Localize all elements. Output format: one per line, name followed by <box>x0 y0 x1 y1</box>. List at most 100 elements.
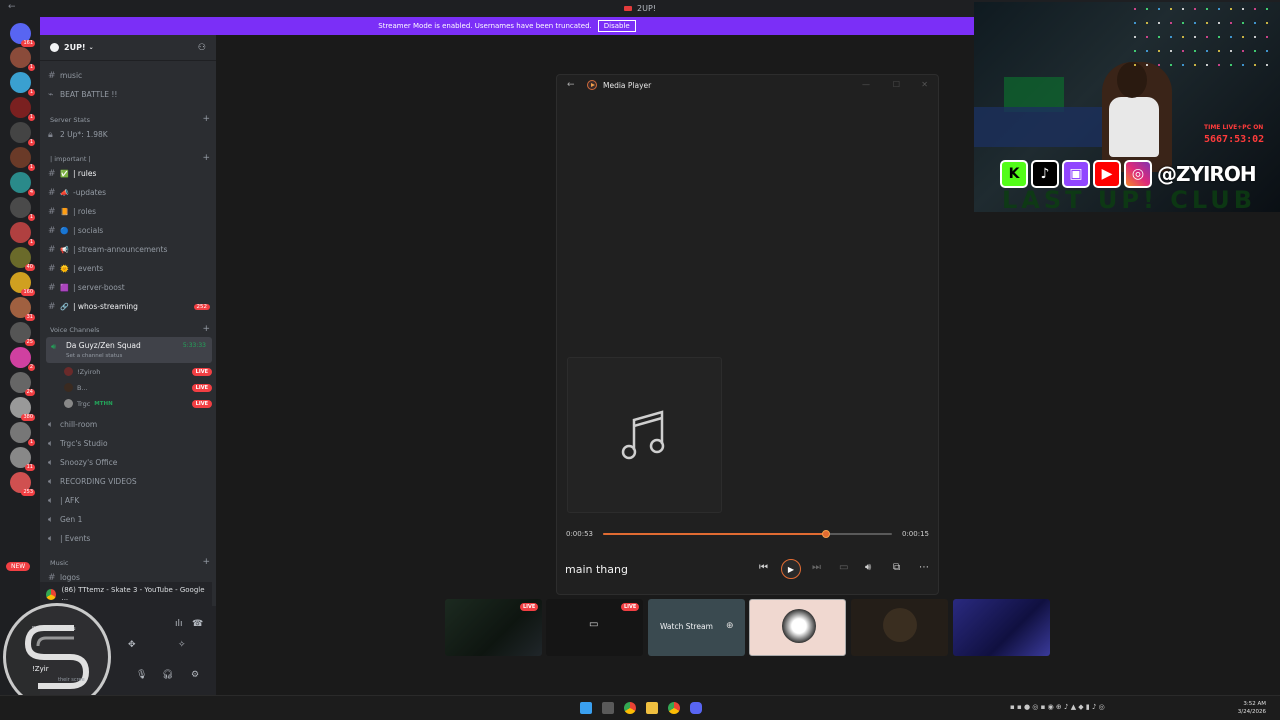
chrome-icon-2[interactable] <box>668 702 680 714</box>
activity-status[interactable]: (86) TTtemz - Skate 3 - YouTube - Google… <box>40 582 212 606</box>
voice-channel-item[interactable]: 🔈︎ | Events <box>48 530 210 547</box>
volume-icon[interactable]: 🔊︎ <box>865 562 871 573</box>
server-icon[interactable]: 1 <box>10 72 35 96</box>
mini-player-icon[interactable]: ⧉ <box>893 562 900 573</box>
megaphone-icon: 📣 <box>60 188 69 197</box>
watch-stream-button[interactable]: Watch Stream <box>660 622 713 631</box>
new-unreads-pill[interactable]: NEW <box>6 562 31 571</box>
next-track-icon[interactable]: ⏭ <box>812 562 821 573</box>
voice-user[interactable]: !Zyiroh LIVE <box>64 365 212 378</box>
category-music[interactable]: Music + <box>50 558 210 568</box>
windows-taskbar: ▪ ▪ ● ◎ ▪ ◉ ⊕ ♪ ▲ ◆ ▮ ♪ ◎ 3:52 AM 3/24/2… <box>0 695 1280 720</box>
invite-people-icon[interactable]: ⚇ <box>198 43 206 53</box>
server-icon[interactable]: 1 <box>10 47 35 71</box>
stream-tile[interactable]: Watch Stream ⊕ <box>648 599 745 656</box>
voice-channel-item[interactable]: 🔈︎ Gen 1 <box>48 511 210 528</box>
previous-track-icon[interactable]: ⏮ <box>759 562 768 573</box>
server-icon[interactable]: 31 <box>10 297 35 321</box>
server-icon[interactable]: 161 <box>10 23 35 47</box>
voice-user[interactable]: B... LIVE <box>64 381 212 394</box>
server-icon[interactable]: 1 <box>10 222 35 246</box>
disconnect-icon[interactable]: ☎ <box>192 619 203 629</box>
add-channel-icon[interactable]: + <box>202 115 210 124</box>
back-arrow-icon[interactable]: ← <box>8 2 16 12</box>
channel-item[interactable]: # 🔗 | whos-streaming 252 <box>48 298 210 315</box>
channel-music[interactable]: # music <box>48 67 210 84</box>
server-icon[interactable]: 1 <box>10 197 35 221</box>
channel-item[interactable]: # ✅ | rules <box>48 165 210 182</box>
server-header[interactable]: 2UP! ⌄ ⚇ <box>40 35 216 61</box>
server-icon[interactable]: 160 <box>10 272 35 296</box>
server-icon[interactable]: 1 <box>10 122 35 146</box>
server-icon[interactable]: 25 <box>10 322 35 346</box>
social-handle: @ZYIROH <box>1157 162 1257 186</box>
play-button[interactable]: ▶ <box>781 559 801 579</box>
system-clock[interactable]: 3:52 AM 3/24/2026 <box>1238 700 1266 716</box>
chrome-icon[interactable] <box>624 702 636 714</box>
server-icon[interactable]: 40 <box>10 247 35 271</box>
server-icon[interactable]: 1 <box>10 147 35 171</box>
channel-beat-battle[interactable]: ⌁ BEAT BATTLE !! <box>48 86 210 103</box>
soundboard-icon[interactable]: ✧ <box>178 640 186 650</box>
headphones-icon[interactable]: 🎧︎ <box>162 670 173 680</box>
channel-stats[interactable]: 🔒︎ 2 Up*: 1.98K <box>48 126 210 143</box>
stream-tile[interactable] <box>851 599 948 656</box>
activities-icon[interactable]: ✥ <box>128 640 136 650</box>
voice-channel-item[interactable]: 🔈︎ Snoozy's Office <box>48 454 210 471</box>
minimize-icon[interactable]: — <box>862 80 870 89</box>
stream-tile[interactable] <box>953 599 1050 656</box>
seek-bar-thumb[interactable] <box>821 530 830 538</box>
voice-channel-item[interactable]: 🔈︎ RECORDING VIDEOS <box>48 473 210 490</box>
active-voice-channel[interactable]: 🔊︎ Da Guyz/Zen Squad Set a channel statu… <box>46 337 212 363</box>
speaker-icon: 🔈︎ <box>48 438 54 449</box>
settings-gear-icon[interactable]: ⚙ <box>191 670 199 680</box>
voice-channel-item[interactable]: 🔈︎ Trgc's Studio <box>48 435 210 452</box>
task-view-icon[interactable] <box>602 702 614 714</box>
server-icon[interactable]: 11 <box>10 447 35 471</box>
server-icon[interactable]: 380 <box>10 397 35 421</box>
stream-tile[interactable]: LIVE <box>445 599 542 656</box>
voice-channel-item[interactable]: 🔈︎ chill-room <box>48 416 210 433</box>
channel-item[interactable]: # 📢 | stream-announcements <box>48 241 210 258</box>
channel-item[interactable]: # 🌞 | events <box>48 260 210 277</box>
maximize-icon[interactable]: ☐ <box>893 80 900 89</box>
tray-icons[interactable]: ▪ ▪ ● ◎ ▪ ◉ ⊕ ♪ ▲ ◆ ▮ ♪ ◎ <box>1010 703 1105 711</box>
disable-streamer-mode-button[interactable]: Disable <box>597 20 636 32</box>
seek-bar[interactable] <box>603 530 892 538</box>
discord-icon[interactable] <box>690 702 702 714</box>
channel-label: BEAT BATTLE !! <box>60 90 118 99</box>
server-icon[interactable]: 1 <box>10 422 35 446</box>
subtitles-icon[interactable]: ▭ <box>839 562 848 573</box>
category-server-stats[interactable]: Server Stats + <box>50 115 210 125</box>
more-options-icon[interactable]: ⋯ <box>919 562 929 573</box>
voice-channel-status[interactable]: Set a channel status <box>66 353 122 359</box>
server-list: 161 1 1 1 1 1 4 1 1 40 160 31 25 2 24 380 1 11 253 NEW <box>0 17 40 695</box>
channel-item[interactable]: # 🔵 | socials <box>48 222 210 239</box>
server-icon[interactable]: 1 <box>10 97 35 121</box>
category-important[interactable]: | important | + <box>50 154 210 164</box>
server-icon[interactable]: 253 <box>10 472 35 496</box>
server-icon[interactable]: 4 <box>10 172 35 196</box>
voice-user[interactable]: Trgc MTHN LIVE <box>64 397 212 410</box>
pop-out-icon[interactable]: ⊕ <box>726 621 734 631</box>
channel-item[interactable]: # 🟪 | server-boost <box>48 279 210 296</box>
channel-label: | rules <box>73 169 97 178</box>
back-arrow-icon[interactable]: ← <box>567 80 587 90</box>
microphone-icon[interactable]: 🎙︎ <box>136 670 147 680</box>
stream-tile[interactable]: LIVE ▭ <box>546 599 643 656</box>
voice-channel-item[interactable]: 🔈︎ | AFK <box>48 492 210 509</box>
add-channel-icon[interactable]: + <box>202 325 210 334</box>
category-voice[interactable]: Voice Channels + <box>50 325 210 335</box>
file-explorer-icon[interactable] <box>646 702 658 714</box>
channel-item[interactable]: # 📙 | roles <box>48 203 210 220</box>
stream-tile[interactable] <box>749 599 846 656</box>
notification-badge: 1 <box>27 89 35 96</box>
start-icon[interactable] <box>580 702 592 714</box>
close-icon[interactable]: ✕ <box>921 80 928 89</box>
server-icon[interactable]: 24 <box>10 372 35 396</box>
channel-item[interactable]: # 📣 -updates <box>48 184 210 201</box>
server-icon[interactable]: 2 <box>10 347 35 371</box>
add-channel-icon[interactable]: + <box>202 558 210 567</box>
add-channel-icon[interactable]: + <box>202 154 210 163</box>
noise-suppression-icon[interactable]: ılı <box>175 619 183 629</box>
